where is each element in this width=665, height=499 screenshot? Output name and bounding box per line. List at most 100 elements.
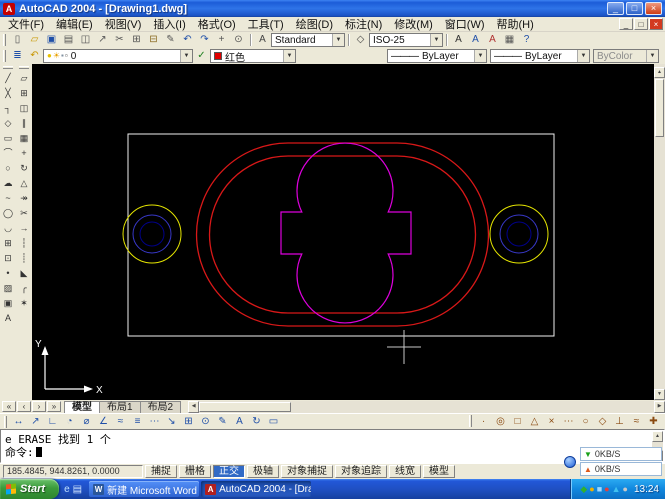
undo-icon[interactable]: ↶ xyxy=(179,33,196,47)
tray-icon-2[interactable]: ● xyxy=(589,484,594,494)
close-button[interactable]: × xyxy=(645,2,662,15)
snap-tangent-icon[interactable]: ⊥ xyxy=(611,414,628,429)
snap-center-icon[interactable]: ○ xyxy=(577,414,594,429)
cut-icon[interactable]: ✂ xyxy=(111,33,128,47)
menu-item[interactable]: 帮助(H) xyxy=(491,16,540,32)
menu-item[interactable]: 编辑(E) xyxy=(50,16,99,32)
network-monitor-icon[interactable] xyxy=(564,456,576,468)
menu-item[interactable]: 工具(T) xyxy=(242,16,290,32)
plot-icon[interactable]: ▤ xyxy=(60,33,77,47)
child-restore-button[interactable]: □ xyxy=(634,18,648,30)
dropdown-arrow-icon[interactable]: ▼ xyxy=(180,50,192,62)
quicklaunch-ie-icon[interactable]: e xyxy=(64,484,70,495)
dropdown-arrow-icon[interactable]: ▼ xyxy=(474,50,486,62)
snap-quadrant-icon[interactable]: ◇ xyxy=(594,414,611,429)
bolt-hole-left[interactable] xyxy=(132,214,172,254)
status-polar-button[interactable]: 极轴 xyxy=(247,465,279,478)
task-autocad[interactable]: A AutoCAD 2004 - [Dra... xyxy=(201,481,312,497)
ellipse-arc-icon[interactable]: ◡ xyxy=(0,221,16,236)
make-object-layer-current-icon[interactable]: ✓ xyxy=(193,49,210,63)
snap-track-icon[interactable]: ∙ xyxy=(475,414,492,429)
snap-nearest-icon[interactable]: ≈ xyxy=(628,414,645,429)
toolbar-grip[interactable] xyxy=(3,66,13,69)
scroll-down-icon[interactable]: ▼ xyxy=(654,389,665,400)
construction-line-icon[interactable]: ╳ xyxy=(0,86,16,101)
tray-icon-4[interactable]: ● xyxy=(604,484,609,494)
toolbar-grip[interactable] xyxy=(469,414,472,427)
tab-layout2[interactable]: 布局2 xyxy=(139,401,182,413)
scroll-up-icon[interactable]: ▲ xyxy=(652,431,663,442)
menu-item[interactable]: 插入(I) xyxy=(147,16,191,32)
dim-edit-icon[interactable]: ✎ xyxy=(214,414,231,429)
toolbar-grip[interactable] xyxy=(4,415,7,428)
tab-next-button[interactable]: › xyxy=(32,401,46,412)
dim-style-manager-icon[interactable]: ◇ xyxy=(352,33,369,47)
center-plate-profile[interactable] xyxy=(280,142,412,324)
revcloud-icon[interactable]: ☁ xyxy=(0,176,16,191)
save-icon[interactable]: ▣ xyxy=(43,33,60,47)
snap-midpoint-icon[interactable]: △ xyxy=(526,414,543,429)
dim-linear-icon[interactable]: ↔ xyxy=(10,414,27,429)
titlebar[interactable]: A AutoCAD 2004 - [Drawing1.dwg] _ □ × xyxy=(0,0,665,17)
dropdown-arrow-icon[interactable]: ▼ xyxy=(283,50,295,62)
bolt-ring-right[interactable] xyxy=(489,204,549,264)
offset-icon[interactable]: ∥ xyxy=(16,116,32,131)
lineweight-combo[interactable]: ——— ByLayer ▼ xyxy=(490,49,590,63)
bolt-hole-right-inner[interactable] xyxy=(506,221,532,247)
erase-icon[interactable]: ▱ xyxy=(16,71,32,86)
spline-icon[interactable]: ~ xyxy=(0,191,16,206)
dim-angular-icon[interactable]: ∠ xyxy=(95,414,112,429)
task-word-document[interactable]: W 新建 Microsoft Word ... xyxy=(89,481,200,497)
dim-continue-icon[interactable]: ⋯ xyxy=(146,414,163,429)
gasket-inner-stadium[interactable] xyxy=(208,155,477,314)
array-icon[interactable]: ▦ xyxy=(16,131,32,146)
start-button[interactable]: Start xyxy=(0,479,60,499)
status-grid-button[interactable]: 栅格 xyxy=(179,465,211,478)
status-ortho-button[interactable]: 正交 xyxy=(213,465,245,478)
dtext-icon[interactable]: A xyxy=(467,33,484,47)
polyline-icon[interactable]: ┐ xyxy=(0,101,16,116)
copy-object-icon[interactable]: ⊞ xyxy=(16,86,32,101)
dim-style-combo[interactable]: ISO-25 ▼ xyxy=(369,33,443,47)
dim-aligned-icon[interactable]: ↗ xyxy=(27,414,44,429)
pan-icon[interactable]: + xyxy=(213,33,230,47)
snap-settings-icon[interactable]: ✚ xyxy=(645,414,662,429)
zoom-realtime-icon[interactable]: ⊙ xyxy=(230,33,247,47)
restore-button[interactable]: □ xyxy=(626,2,643,15)
menu-item[interactable]: 绘图(D) xyxy=(290,16,339,32)
dim-baseline-icon[interactable]: ≡ xyxy=(129,414,146,429)
line-icon[interactable]: ╱ xyxy=(0,71,16,86)
toolbar-grip[interactable] xyxy=(3,34,6,46)
status-otrack-button[interactable]: 对象追踪 xyxy=(335,465,387,478)
scroll-right-icon[interactable]: ▶ xyxy=(654,400,665,413)
dim-text-edit-icon[interactable]: A xyxy=(231,414,248,429)
menu-item[interactable]: 标注(N) xyxy=(339,16,388,32)
tray-icon-3[interactable]: ■ xyxy=(597,484,602,494)
point-icon[interactable]: • xyxy=(0,266,16,281)
mtext-icon[interactable]: A xyxy=(450,33,467,47)
table-icon[interactable]: ▦ xyxy=(501,33,518,47)
dropdown-arrow-icon[interactable]: ▼ xyxy=(430,34,442,46)
tab-layout1[interactable]: 布局1 xyxy=(99,401,141,413)
snap-intersection-icon[interactable]: × xyxy=(543,414,560,429)
linetype-combo[interactable]: ——— ByLayer ▼ xyxy=(387,49,487,63)
child-minimize-button[interactable]: _ xyxy=(619,18,633,30)
menu-item[interactable]: 窗口(W) xyxy=(439,16,491,32)
text-style-combo[interactable]: Standard ▼ xyxy=(271,33,345,47)
fillet-icon[interactable]: ╭ xyxy=(16,281,32,296)
status-snap-button[interactable]: 捕捉 xyxy=(145,465,177,478)
horizontal-scroll-thumb[interactable] xyxy=(199,401,292,412)
tab-first-button[interactable]: « xyxy=(2,401,16,412)
tab-prev-button[interactable]: ‹ xyxy=(17,401,31,412)
new-file-icon[interactable]: ▯ xyxy=(9,33,26,47)
menu-item[interactable]: 修改(M) xyxy=(388,16,439,32)
paste-icon[interactable]: ⊟ xyxy=(145,33,162,47)
child-close-button[interactable]: × xyxy=(649,18,663,30)
dim-radius-icon[interactable]: ◔ xyxy=(61,414,78,429)
minimize-button[interactable]: _ xyxy=(607,2,624,15)
mtext-tool-icon[interactable]: A xyxy=(0,311,16,326)
color-combo[interactable]: 红色 ▼ xyxy=(210,49,296,63)
quicklaunch-desktop-icon[interactable]: ▤ xyxy=(73,484,82,495)
break-icon[interactable]: ┊ xyxy=(16,251,32,266)
insert-block-icon[interactable]: ⊞ xyxy=(0,236,16,251)
